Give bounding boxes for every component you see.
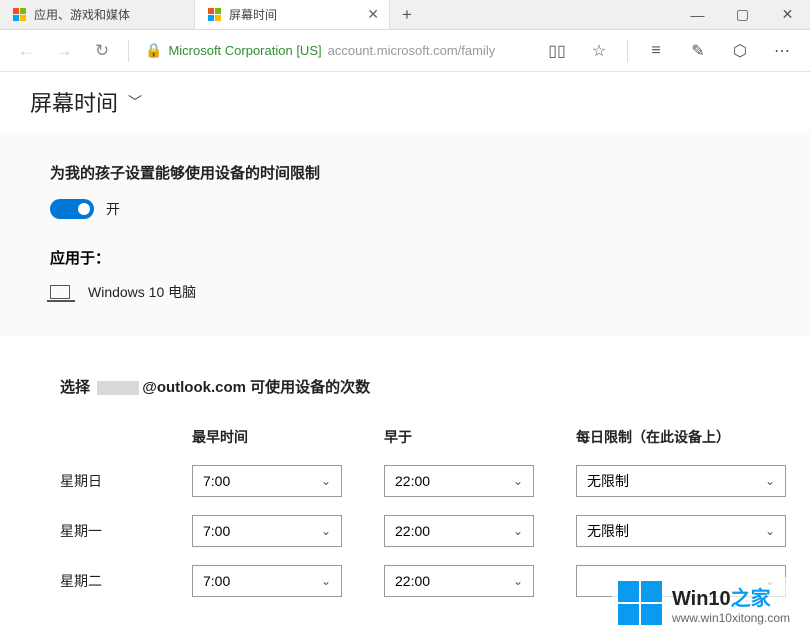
window-controls: — ▢ ✕ bbox=[675, 0, 810, 29]
certificate-label: Microsoft Corporation [US] bbox=[168, 43, 321, 58]
limits-section: 为我的孩子设置能够使用设备的时间限制 开 应用于： Windows 10 电脑 bbox=[0, 132, 810, 336]
to-select[interactable]: 22:00⌄ bbox=[384, 465, 534, 497]
toggle-label: 开 bbox=[106, 199, 120, 219]
chevron-down-icon: ⌄ bbox=[513, 574, 523, 588]
tab-title: 应用、游戏和媒体 bbox=[34, 6, 130, 23]
to-select[interactable]: 22:00⌄ bbox=[384, 515, 534, 547]
from-select[interactable]: 7:00⌄ bbox=[192, 565, 342, 597]
favicon-ms bbox=[12, 8, 26, 22]
close-button[interactable]: ✕ bbox=[765, 0, 810, 30]
limit-select[interactable]: 无限制⌄ bbox=[576, 515, 786, 547]
divider bbox=[627, 40, 628, 62]
favorite-icon[interactable]: ☆ bbox=[581, 35, 617, 67]
redacted-name bbox=[97, 381, 139, 395]
chevron-down-icon: ⌄ bbox=[321, 524, 331, 538]
device-label: Windows 10 电脑 bbox=[88, 282, 196, 302]
chevron-down-icon: ⌄ bbox=[765, 474, 775, 488]
chevron-down-icon: ⌄ bbox=[321, 574, 331, 588]
divider bbox=[128, 40, 129, 62]
chevron-down-icon[interactable]: ﹀ bbox=[128, 92, 142, 112]
address-bar[interactable]: 🔒 Microsoft Corporation [US] account.mic… bbox=[139, 36, 533, 66]
laptop-icon bbox=[50, 285, 70, 299]
more-icon[interactable]: ⋯ bbox=[764, 35, 800, 67]
minimize-button[interactable]: — bbox=[675, 0, 720, 30]
heading-prefix: 选择 bbox=[60, 379, 90, 396]
windows-logo-icon bbox=[618, 581, 662, 625]
schedule-table: 最早时间 早于 每日限制（在此设备上） 星期日 7:00⌄ 22:00⌄ 无限制… bbox=[60, 427, 760, 597]
limits-toggle[interactable] bbox=[50, 199, 94, 219]
forward-button[interactable]: → bbox=[48, 35, 80, 67]
watermark-url: www.win10xitong.com bbox=[672, 611, 790, 625]
toggle-row: 开 bbox=[50, 199, 760, 219]
watermark: Win10之家 www.win10xitong.com bbox=[612, 577, 796, 629]
lock-icon: 🔒 bbox=[145, 42, 162, 59]
schedule-heading: 选择 @outlook.com 可使用设备的次数 bbox=[60, 376, 760, 397]
col-before: 早于 bbox=[384, 427, 534, 447]
limit-select[interactable]: 无限制⌄ bbox=[576, 465, 786, 497]
share-icon[interactable]: ⬡ bbox=[722, 35, 758, 67]
to-select[interactable]: 22:00⌄ bbox=[384, 565, 534, 597]
tab-apps-games[interactable]: 应用、游戏和媒体 bbox=[0, 0, 195, 29]
chevron-down-icon: ⌄ bbox=[513, 474, 523, 488]
favicon-ms bbox=[207, 8, 221, 22]
page-header: 屏幕时间 ﹀ bbox=[30, 86, 780, 132]
new-tab-button[interactable]: + bbox=[390, 0, 424, 29]
from-select[interactable]: 7:00⌄ bbox=[192, 465, 342, 497]
back-button[interactable]: ← bbox=[10, 35, 42, 67]
tab-screen-time[interactable]: 屏幕时间 ✕ bbox=[195, 0, 390, 29]
day-label: 星期日 bbox=[60, 471, 192, 491]
url-text: account.microsoft.com/family bbox=[328, 43, 496, 58]
col-earliest: 最早时间 bbox=[192, 427, 342, 447]
chevron-down-icon: ⌄ bbox=[513, 524, 523, 538]
col-daily-limit: 每日限制（在此设备上） bbox=[576, 427, 786, 447]
applies-heading: 应用于： bbox=[50, 247, 760, 268]
toolbar: ← → ↻ 🔒 Microsoft Corporation [US] accou… bbox=[0, 30, 810, 72]
reading-view-icon[interactable]: ▯▯ bbox=[539, 35, 575, 67]
device-row: Windows 10 电脑 bbox=[50, 282, 760, 302]
close-icon[interactable]: ✕ bbox=[367, 6, 379, 23]
heading-email: @outlook.com bbox=[142, 379, 246, 396]
notes-icon[interactable]: ✎ bbox=[680, 35, 716, 67]
chevron-down-icon: ⌄ bbox=[321, 474, 331, 488]
limits-heading: 为我的孩子设置能够使用设备的时间限制 bbox=[50, 162, 760, 183]
tab-title: 屏幕时间 bbox=[229, 6, 277, 23]
heading-suffix: 可使用设备的次数 bbox=[246, 379, 370, 396]
watermark-text: Win10之家 www.win10xitong.com bbox=[672, 582, 790, 625]
titlebar: 应用、游戏和媒体 屏幕时间 ✕ + — ▢ ✕ bbox=[0, 0, 810, 30]
page-content: 屏幕时间 ﹀ 为我的孩子设置能够使用设备的时间限制 开 应用于： Windows… bbox=[0, 72, 810, 641]
maximize-button[interactable]: ▢ bbox=[720, 0, 765, 30]
page-title: 屏幕时间 bbox=[30, 86, 118, 118]
chevron-down-icon: ⌄ bbox=[765, 524, 775, 538]
refresh-button[interactable]: ↻ bbox=[86, 35, 118, 67]
day-label: 星期一 bbox=[60, 521, 192, 541]
day-label: 星期二 bbox=[60, 571, 192, 591]
from-select[interactable]: 7:00⌄ bbox=[192, 515, 342, 547]
hub-icon[interactable]: ≡ bbox=[638, 35, 674, 67]
